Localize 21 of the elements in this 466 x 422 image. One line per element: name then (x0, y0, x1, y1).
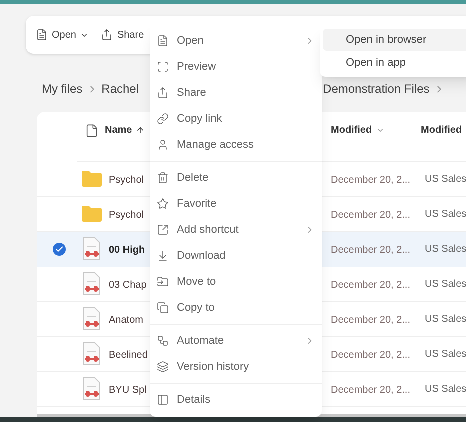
modified-by: US Sales (425, 242, 466, 256)
file-name: Psychol (109, 175, 144, 186)
modified-date: December 20, 2... (331, 350, 410, 361)
file-name: Beelined (109, 350, 148, 361)
modified-date: December 20, 2... (331, 315, 410, 326)
file-name: BYU Spl (109, 385, 147, 396)
modified-date: December 20, 2... (331, 385, 410, 396)
modified-by: US Sales (425, 382, 466, 396)
file-name: 00 High (109, 245, 146, 256)
modified-date: December 20, 2... (331, 175, 410, 186)
modified-by: US Sales (425, 172, 466, 186)
modified-by: US Sales (425, 312, 466, 326)
modified-date: December 20, 2... (331, 210, 410, 221)
modified-date: December 20, 2... (331, 280, 410, 291)
file-name: Psychol (109, 210, 144, 221)
modified-date: December 20, 2... (331, 245, 410, 256)
modified-by: US Sales (425, 278, 466, 292)
modified-by: US Sales (425, 208, 466, 222)
file-name: Anatom (109, 315, 144, 326)
file-name: 03 Chap (109, 280, 147, 291)
modified-by: US Sales (425, 348, 466, 362)
